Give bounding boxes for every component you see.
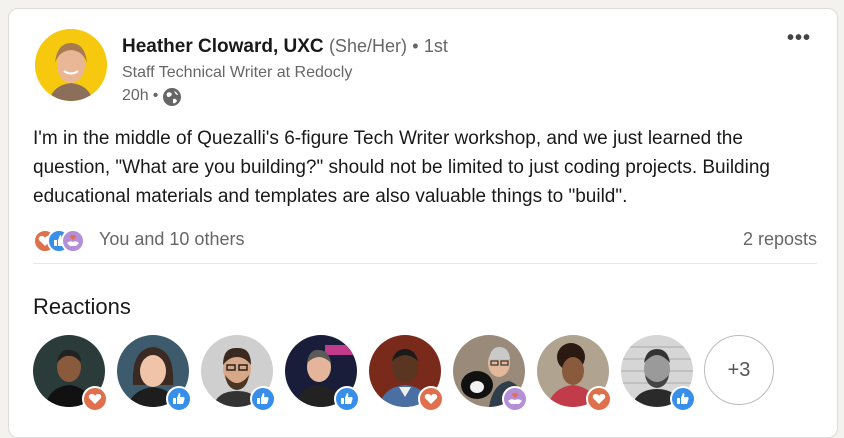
reaction-icons[interactable]	[33, 229, 91, 253]
time-separator: •	[152, 87, 159, 104]
like-icon	[250, 386, 276, 412]
author-avatar[interactable]	[35, 29, 107, 101]
author-name[interactable]: Heather Cloward, UXC	[122, 36, 324, 57]
support-icon	[502, 386, 528, 412]
social-counts: You and 10 others 2 reposts	[33, 227, 817, 255]
like-icon	[670, 386, 696, 412]
reactions-title: Reactions	[33, 294, 131, 319]
post-time: 20h	[122, 87, 149, 104]
like-icon	[166, 386, 192, 412]
love-icon	[586, 386, 612, 412]
love-icon	[418, 386, 444, 412]
post-body: I'm in the middle of Quezalli's 6-figure…	[33, 128, 770, 207]
connection-degree: 1st	[423, 36, 448, 56]
author-photo	[35, 29, 107, 101]
author-headline: Staff Technical Writer at Redocly	[122, 64, 353, 81]
author-name-row: Heather Cloward, UXC (She/Her) • 1st	[122, 36, 448, 58]
support-icon	[61, 229, 85, 253]
author-pronouns: (She/Her)	[328, 36, 407, 56]
divider	[33, 263, 817, 264]
degree-separator: •	[412, 36, 419, 56]
reposts-count[interactable]: 2 reposts	[743, 229, 817, 250]
reactors-count[interactable]: You and 10 others	[99, 229, 244, 250]
post-time-row: 20h •	[122, 87, 182, 106]
like-icon	[334, 386, 360, 412]
more-options-icon[interactable]: •••	[787, 27, 811, 50]
love-icon	[82, 386, 108, 412]
post-card: Heather Cloward, UXC (She/Her) • 1st Sta…	[8, 8, 838, 438]
globe-icon	[162, 87, 182, 106]
more-reactions-button[interactable]: +3	[704, 335, 774, 405]
